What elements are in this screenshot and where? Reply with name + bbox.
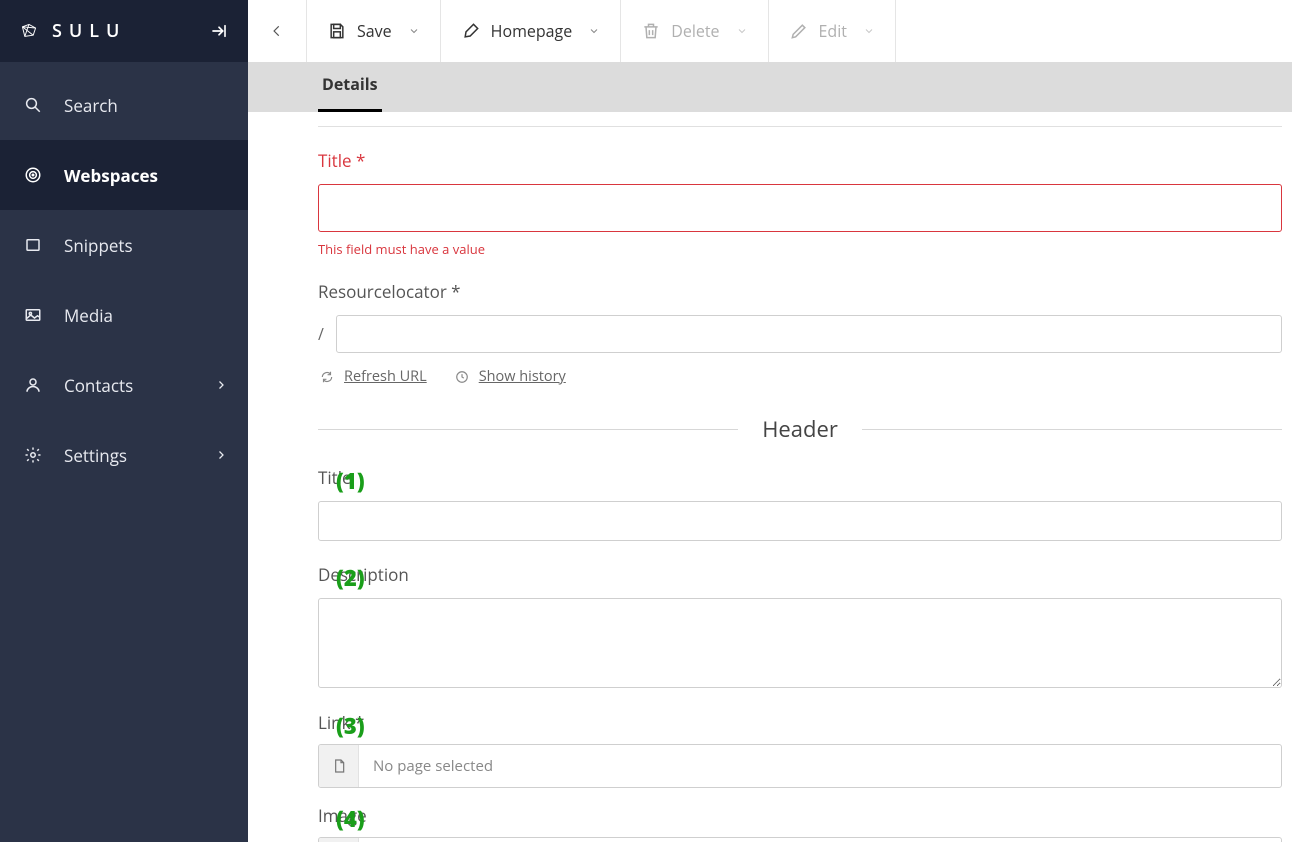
resourcelocator-input[interactable] xyxy=(336,315,1282,353)
chevron-right-icon xyxy=(212,376,230,394)
delete-label: Delete xyxy=(671,20,719,42)
template-label: Homepage xyxy=(491,20,573,42)
sidebar-item-search[interactable]: Search xyxy=(0,70,248,140)
tabbar: Details xyxy=(248,62,1292,112)
delete-button[interactable]: Delete xyxy=(621,0,768,62)
chevron-down-icon xyxy=(588,25,600,37)
save-icon xyxy=(327,21,347,41)
content: Title * This field must have a value Res… xyxy=(248,112,1292,842)
header-title-label: Title xyxy=(318,466,1282,489)
save-button[interactable]: Save xyxy=(307,0,441,62)
header-title-input[interactable] xyxy=(318,501,1282,541)
trash-icon xyxy=(641,21,661,41)
header-image-label: Image xyxy=(318,804,1282,827)
chevron-down-icon xyxy=(736,25,748,37)
page-icon xyxy=(319,745,359,787)
section-header: Header xyxy=(318,414,1282,444)
logo[interactable]: SULU xyxy=(20,19,126,43)
header-image-placeholder: Select media xyxy=(359,838,1281,842)
title-input[interactable] xyxy=(318,184,1282,232)
sidebar-item-media[interactable]: Media xyxy=(0,280,248,350)
title-error: This field must have a value xyxy=(318,240,1282,258)
sidebar-item-settings[interactable]: Settings xyxy=(0,420,248,490)
sidebar-item-contacts[interactable]: Contacts xyxy=(0,350,248,420)
header-image-picker[interactable]: Select media xyxy=(318,837,1282,842)
field-number-2: (2) xyxy=(336,563,365,593)
tab-details[interactable]: Details xyxy=(318,59,382,112)
nav: Search Webspaces Snippets Media Contacts xyxy=(0,62,248,490)
image-icon xyxy=(319,838,359,842)
sidebar-item-label: Settings xyxy=(64,444,127,467)
sidebar-item-label: Snippets xyxy=(64,234,133,257)
resourcelocator-label: Resourcelocator * xyxy=(318,280,1282,303)
chevron-down-icon xyxy=(408,25,420,37)
brush-icon xyxy=(461,21,481,41)
field-title: Title * This field must have a value xyxy=(318,149,1282,258)
title-label: Title * xyxy=(318,149,1282,172)
header-link-label: Link * xyxy=(318,711,1282,734)
sidebar: SULU Search Webspaces Snippets xyxy=(0,0,248,842)
field-header-title: (1) Title xyxy=(318,466,1282,541)
header-description-label: Description xyxy=(318,563,1282,586)
field-header-link: (3) Link * No page selected xyxy=(318,711,1282,788)
edit-label: Edit xyxy=(819,20,847,42)
refresh-icon xyxy=(318,368,336,386)
search-icon xyxy=(24,96,42,114)
logo-icon xyxy=(20,22,38,40)
header-link-placeholder: No page selected xyxy=(359,745,1281,787)
sidebar-item-label: Media xyxy=(64,304,113,327)
field-header-description: (2) Description xyxy=(318,563,1282,693)
settings-icon xyxy=(24,446,42,464)
field-number-3: (3) xyxy=(336,711,365,741)
pencil-icon xyxy=(789,21,809,41)
sidebar-item-snippets[interactable]: Snippets xyxy=(0,210,248,280)
field-header-image: (4) Image Select media xyxy=(318,804,1282,842)
section-header-label: Header xyxy=(762,414,838,444)
sidebar-item-label: Webspaces xyxy=(64,164,158,187)
logo-text: SULU xyxy=(52,19,126,43)
chevron-down-icon xyxy=(863,25,875,37)
header-description-input[interactable] xyxy=(318,598,1282,688)
header-link-picker[interactable]: No page selected xyxy=(318,744,1282,788)
resourcelocator-prefix: / xyxy=(318,323,324,345)
field-number-1: (1) xyxy=(336,466,365,496)
chevron-right-icon xyxy=(212,446,230,464)
sidebar-item-webspaces[interactable]: Webspaces xyxy=(0,140,248,210)
toolbar: Save Homepage Delete Edit xyxy=(248,0,1292,62)
edit-button[interactable]: Edit xyxy=(769,0,896,62)
save-label: Save xyxy=(357,20,392,42)
sidebar-header: SULU xyxy=(0,0,248,62)
snippet-icon xyxy=(24,236,42,254)
back-button[interactable] xyxy=(248,0,307,62)
field-number-4: (4) xyxy=(336,804,365,834)
main: Save Homepage Delete Edit Details xyxy=(248,0,1292,842)
collapse-sidebar-icon[interactable] xyxy=(210,22,228,40)
field-resourcelocator: Resourcelocator * / Refresh URL Show his… xyxy=(318,280,1282,386)
sidebar-item-label: Contacts xyxy=(64,374,133,397)
show-history-link[interactable]: Show history xyxy=(453,367,566,386)
template-button[interactable]: Homepage xyxy=(441,0,622,62)
sidebar-item-label: Search xyxy=(64,94,118,117)
refresh-url-link[interactable]: Refresh URL xyxy=(318,367,427,386)
history-icon xyxy=(453,368,471,386)
contact-icon xyxy=(24,376,42,394)
media-icon xyxy=(24,306,42,324)
target-icon xyxy=(24,166,42,184)
